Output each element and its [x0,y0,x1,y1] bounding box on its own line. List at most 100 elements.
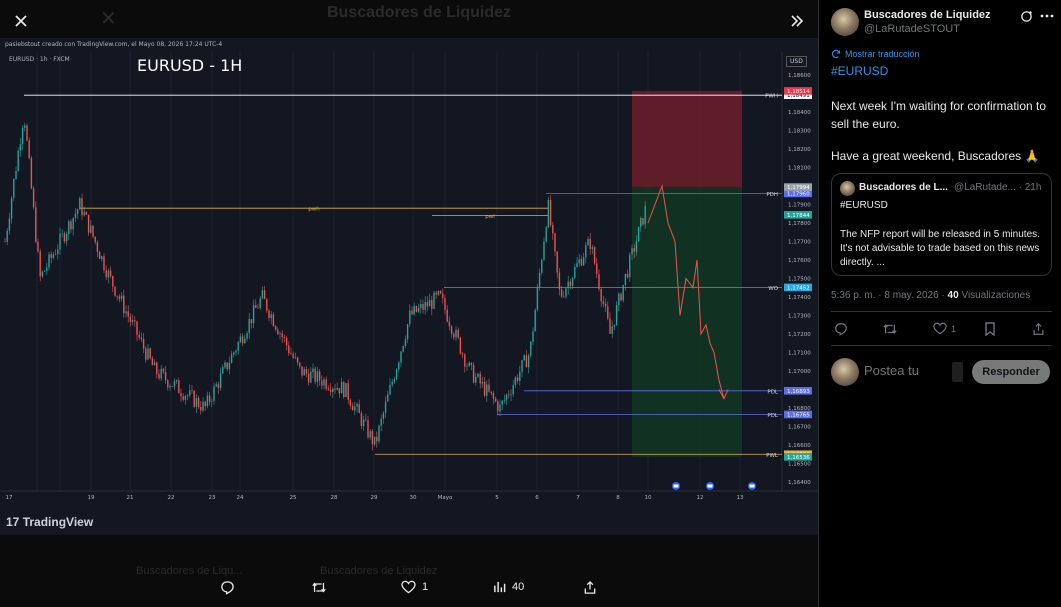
reply-input-scrollbar[interactable] [952,362,963,382]
candle-body [615,305,618,325]
candle-body [420,304,422,308]
candle-body [367,420,369,438]
like-button[interactable]: 1 [401,580,428,594]
candle-body [439,291,442,294]
bookmark-button[interactable] [984,322,996,336]
candle-body [305,368,308,374]
post-action-bar: 1 [819,319,1061,341]
price-tick: 1,16700 [788,425,811,431]
candle-body [637,226,640,242]
candle-body [576,263,578,268]
candle-body [404,339,407,347]
more-options-button[interactable] [1039,8,1055,24]
candle-body [351,405,354,411]
post-share-button[interactable] [1032,322,1045,336]
flag-icon [749,484,755,488]
candle-body [369,431,371,438]
candle-body [101,256,103,259]
share-button[interactable] [583,580,603,595]
candle-body [48,254,50,268]
post-like-button[interactable]: 1 [933,322,956,335]
candle-body [120,295,123,299]
divider [831,311,1052,312]
author-handle[interactable]: @LaRutadeSTOUT [864,23,960,35]
post-timestamp[interactable]: 5:36 p. m. · 8 may. 2026 · [831,290,945,301]
post-repost-button[interactable] [882,322,898,336]
candle-body [593,247,596,264]
candle-body [332,388,334,392]
level-label: PWH [765,94,778,100]
author-name[interactable]: Buscadores de Liquidez [864,9,991,21]
candle-body [235,350,237,353]
candle-body [338,388,341,394]
candle-body [76,209,79,214]
candle-body [329,389,332,392]
flag-icon [673,484,679,488]
candle-body [105,270,107,278]
reply-button[interactable] [220,580,241,595]
candle-body [191,390,193,391]
price-tick: 1,16400 [788,480,811,486]
date-tick: 12 [697,495,704,501]
candle-body [589,238,591,250]
date-tick: 13 [737,495,744,501]
price-tick: 1,17000 [788,369,811,375]
candle-body [59,233,61,250]
candle-body [560,289,563,297]
candle-body [129,316,132,322]
candle-body [215,384,217,387]
price-tick: 1,18400 [788,110,811,116]
grok-button[interactable] [1018,8,1034,24]
candle-body [147,348,149,360]
candle-body [556,251,558,273]
close-button[interactable] [4,4,38,38]
show-translation-link[interactable]: Mostrar traducción [831,49,920,59]
candle-body [21,127,24,145]
post-reply-button[interactable] [834,322,848,336]
candle-body [598,274,600,290]
level-label: PDH [766,192,778,198]
reply-icon [221,581,234,595]
candle-body [186,395,189,397]
chart-title: EURUSD - 1H [137,56,243,75]
candle-body [123,295,125,314]
currency-label: USD [786,56,807,67]
quoted-author-handle-time: @LaRutade... · 21h [954,182,1042,193]
candle-body [343,381,345,398]
candle-body [169,386,171,388]
candle-body [79,198,81,210]
candle-body [35,207,37,242]
candle-body [112,276,114,287]
repost-button[interactable] [311,580,333,595]
chart-image[interactable]: PWHPDHWOPDLPDLPWLpwhpwl1,186001,185001,1… [0,38,818,535]
candle-body [541,259,543,273]
background-quote-1: Buscadores de Liqu... [136,565,243,577]
post-text-line2: Have a great weekend, Buscadores 🙏 [831,149,1040,163]
candle-body [189,390,191,396]
candle-body [468,362,470,366]
date-tick: 6 [535,495,539,501]
post-hashtag[interactable]: #EURUSD [831,64,888,78]
candle-body [345,383,347,398]
quoted-post-card[interactable]: Buscadores de L... @LaRutade... · 21h #E… [831,173,1052,276]
reply-input[interactable] [864,363,954,378]
candle-body [274,326,277,330]
candle-body [195,397,198,407]
candle-body [65,234,68,242]
candle-body [316,371,319,382]
author-avatar[interactable] [831,8,859,36]
reply-submit-button[interactable]: Responder [972,360,1050,384]
candle-body [241,336,244,344]
candle-body [527,355,530,368]
date-tick: 22 [168,495,175,501]
collapse-panel-button[interactable] [780,4,814,38]
views-button[interactable]: 40 [493,580,524,593]
candle-body [466,365,468,367]
stop-loss-zone [632,90,742,188]
candle-body [640,218,642,227]
candle-body [142,338,145,349]
candle-body [160,368,162,379]
repost-icon [883,324,897,334]
candle-body [505,394,508,400]
price-tick: 1,17800 [788,221,811,227]
